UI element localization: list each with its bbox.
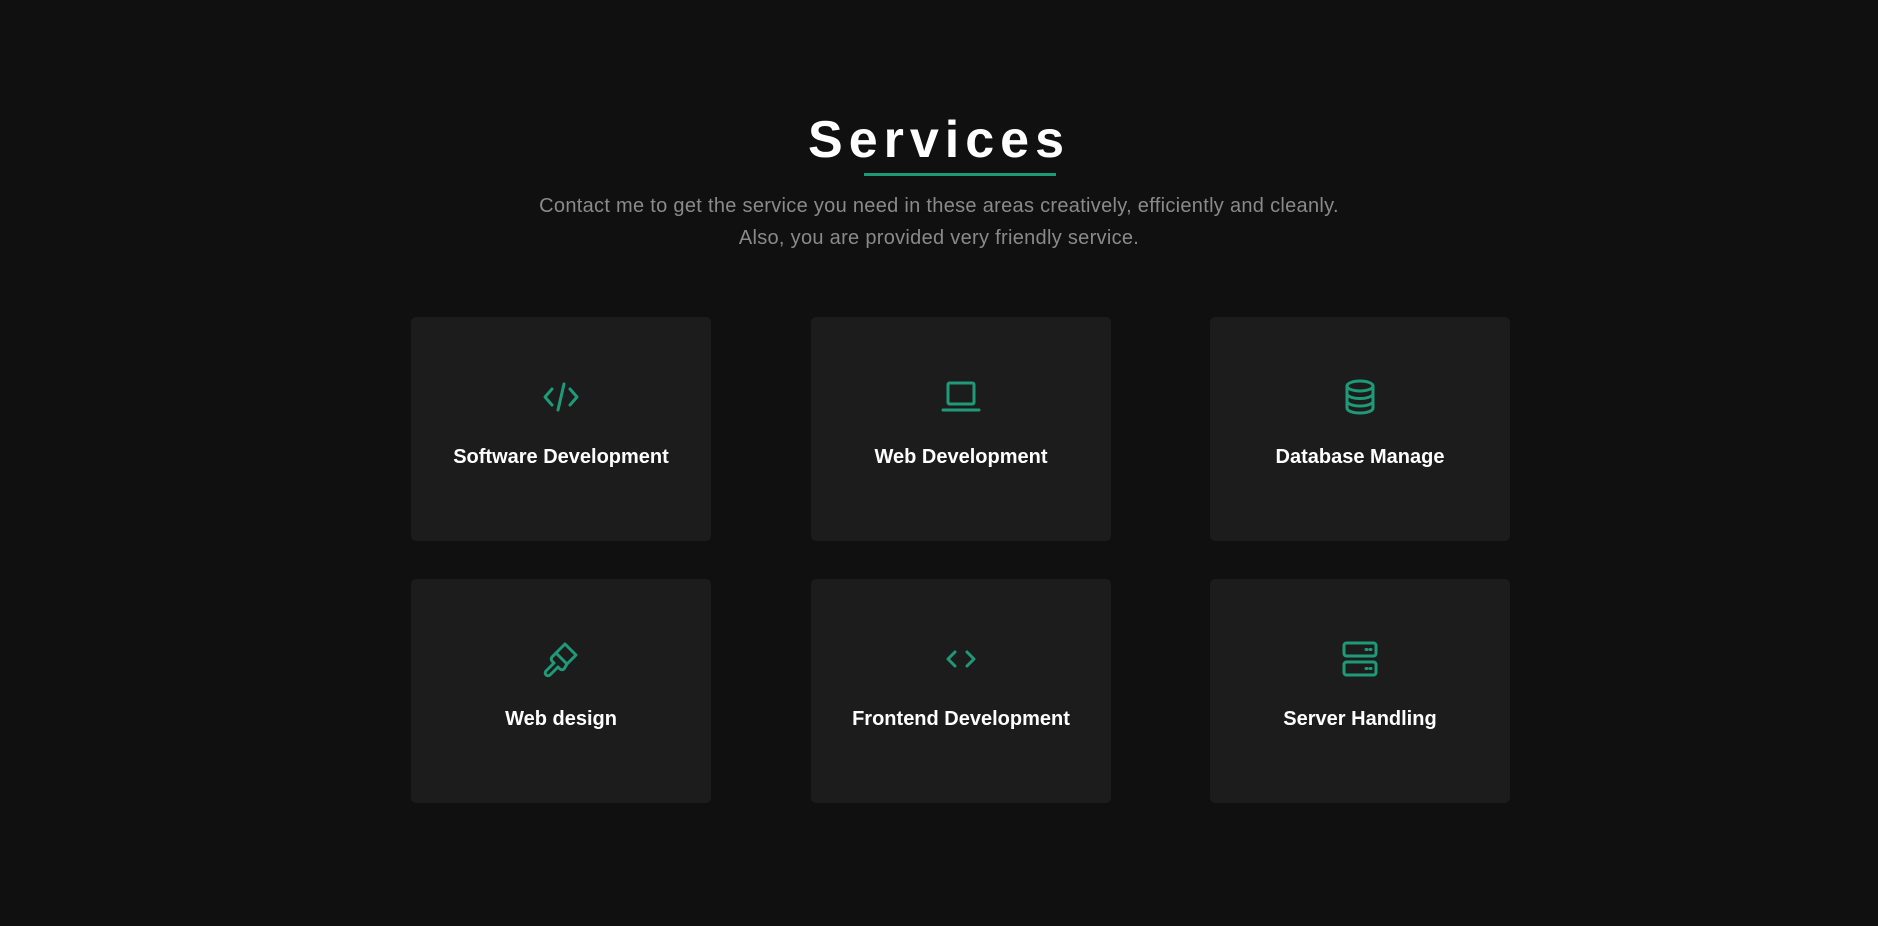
service-card-software-development[interactable]: Software Development	[411, 317, 711, 541]
title-underline	[864, 173, 1056, 176]
laptop-icon	[941, 377, 981, 417]
service-label: Database Manage	[1275, 446, 1445, 468]
database-icon	[1340, 377, 1380, 417]
services-section: Services Contact me to get the service y…	[0, 0, 1878, 926]
service-card-frontend-development[interactable]: Frontend Development	[811, 579, 1111, 803]
service-label: Web Development	[874, 446, 1048, 468]
service-label: Server Handling	[1283, 708, 1437, 730]
service-label: Web design	[505, 708, 617, 730]
code-slash-icon	[541, 377, 581, 417]
service-card-web-design[interactable]: Web design	[411, 579, 711, 803]
service-label: Frontend Development	[852, 708, 1070, 730]
service-card-web-development[interactable]: Web Development	[811, 317, 1111, 541]
code-brackets-icon	[941, 639, 981, 679]
section-subtitle: Contact me to get the service you need i…	[539, 195, 1339, 249]
service-card-database-manage[interactable]: Database Manage	[1210, 317, 1510, 541]
server-icon	[1340, 639, 1380, 679]
service-card-server-handling[interactable]: Server Handling	[1210, 579, 1510, 803]
service-label: Software Development	[453, 446, 669, 468]
paint-brush-icon	[541, 639, 581, 679]
section-title: Services	[808, 111, 1070, 169]
